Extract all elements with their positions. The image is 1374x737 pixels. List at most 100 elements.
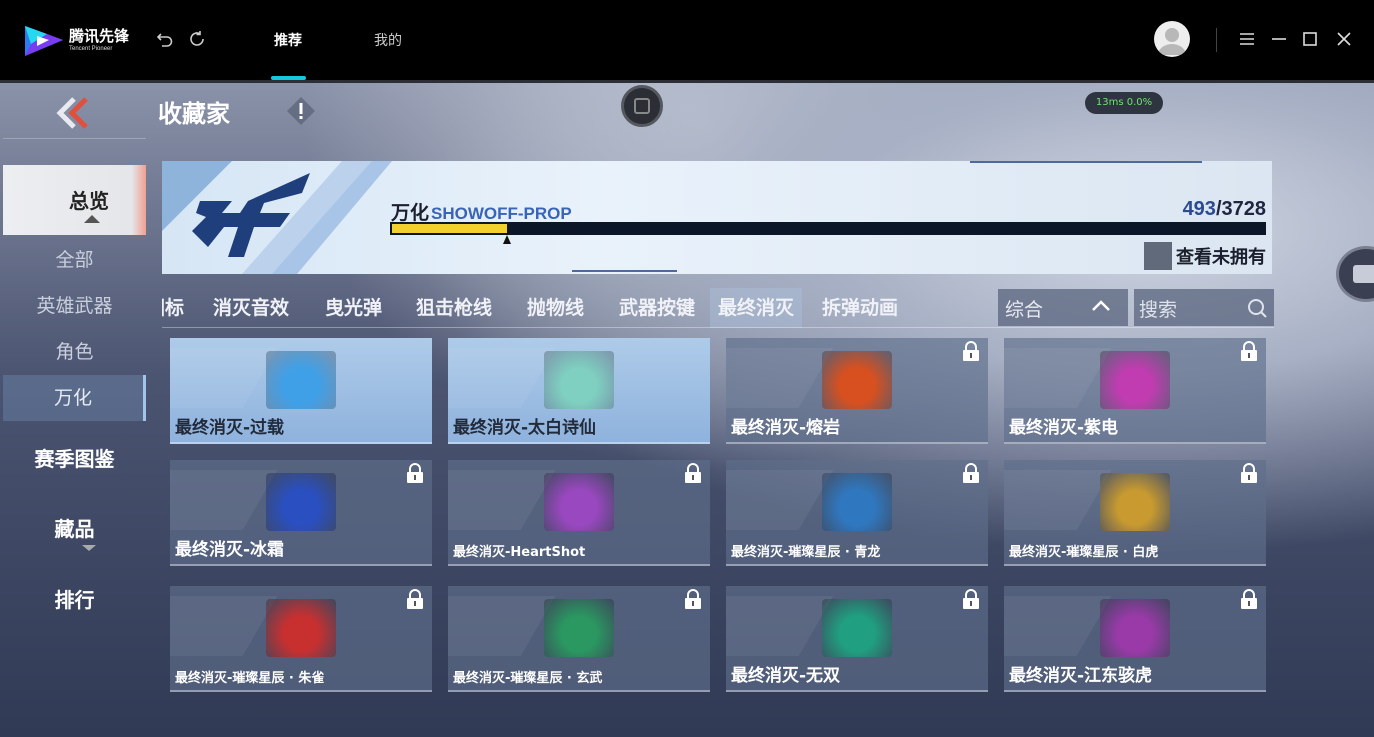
collection-type-en: SHOWOFF-PROP: [431, 204, 572, 223]
item-thumbnail: [544, 599, 614, 657]
item-name: 最终消灭-HeartShot: [453, 545, 586, 560]
item-name: 最终消灭-璀璨星辰 · 朱雀: [175, 671, 325, 686]
close-icon[interactable]: [1335, 30, 1353, 48]
cf-emblem-icon: [162, 161, 392, 274]
tab-mine[interactable]: 我的: [374, 30, 402, 50]
chat-button[interactable]: [621, 85, 663, 127]
sidebar-item-all[interactable]: 全部: [3, 237, 146, 283]
item-thumbnail: [266, 599, 336, 657]
collection-progress-bar: [390, 222, 1266, 235]
back-arrow-icon[interactable]: [156, 30, 174, 48]
item-card-underline: [448, 690, 710, 692]
search-icon[interactable]: [1246, 297, 1268, 319]
item-thumbnail: [544, 473, 614, 531]
collection-item-card[interactable]: 最终消灭-江东骇虎: [1004, 586, 1266, 692]
item-thumbnail: [1100, 599, 1170, 657]
show-unowned-toggle[interactable]: 查看未拥有: [1144, 242, 1266, 270]
item-name: 最终消灭-璀璨星辰 · 青龙: [731, 545, 881, 560]
collection-type-cn: 万化: [391, 202, 430, 224]
tab-defuse-animation[interactable]: 拆弹动画: [822, 288, 898, 328]
item-name: 最终消灭-璀璨星辰 · 玄武: [453, 671, 603, 686]
refresh-icon[interactable]: [188, 30, 206, 48]
toolbar-divider: [1216, 28, 1217, 52]
side-panel-button[interactable]: [1336, 246, 1374, 302]
sidebar-item-season-catalog[interactable]: 赛季图鉴: [3, 443, 146, 472]
collection-item-card[interactable]: 最终消灭-璀璨星辰 · 朱雀: [170, 586, 432, 692]
search-placeholder: 搜索: [1139, 299, 1178, 321]
collection-count-current: 493: [1182, 198, 1216, 220]
caret-down-icon: [82, 545, 96, 551]
chevron-back-icon[interactable]: [50, 96, 96, 130]
logo-text: 腾讯先锋: [69, 26, 130, 45]
sidebar-divider: [3, 138, 146, 139]
sidebar-item-overview[interactable]: 总览: [3, 165, 146, 235]
item-thumbnail: [1100, 351, 1170, 409]
collection-item-card[interactable]: 最终消灭-璀璨星辰 · 青龙: [726, 460, 988, 566]
collection-item-card[interactable]: 最终消灭-过载: [170, 338, 432, 444]
item-card-underline: [1004, 564, 1266, 566]
info-icon[interactable]: [286, 96, 316, 126]
item-grid: 最终消灭-过载 最终消灭-太白诗仙 最终消灭-熔岩 最终消灭-紫电 最终消灭-冰霜 最终消…: [170, 338, 1270, 693]
collection-item-card[interactable]: 最终消灭-冰霜: [170, 460, 432, 566]
collection-progress-fill: [392, 224, 507, 233]
lock-icon: [963, 589, 979, 609]
tabs-divider: [162, 327, 1274, 328]
logo-subtext: Tencent Pioneer: [69, 45, 113, 52]
sort-value: 综合: [1005, 299, 1044, 321]
checkbox[interactable]: [1144, 242, 1172, 270]
game-view: 收藏家 13ms 0.0% 总览 全部 英雄武器 角色 万化 赛季图鉴 藏品 排…: [0, 80, 1374, 737]
collection-item-card[interactable]: 最终消灭-HeartShot: [448, 460, 710, 566]
item-name: 最终消灭-璀璨星辰 · 白虎: [1009, 545, 1159, 560]
subcategory-tabs: 图标 消灭音效 曳光弹 狙击枪线 抛物线 武器按键 最终消灭 拆弹动画: [162, 288, 997, 328]
item-card-underline: [1004, 442, 1266, 444]
tab-final-kill[interactable]: 最终消灭: [710, 288, 803, 328]
item-thumbnail: [822, 351, 892, 409]
collection-item-card[interactable]: 最终消灭-璀璨星辰 · 玄武: [448, 586, 710, 692]
item-thumbnail: [266, 473, 336, 531]
sidebar-item-hero-weapons[interactable]: 英雄武器: [3, 283, 146, 329]
item-name: 最终消灭-太白诗仙: [453, 418, 597, 438]
sidebar-item-characters[interactable]: 角色: [3, 329, 146, 375]
item-thumbnail: [822, 599, 892, 657]
user-icon: [1158, 28, 1186, 55]
item-card-underline: [726, 564, 988, 566]
menu-icon[interactable]: [1238, 30, 1256, 48]
minimize-icon[interactable]: [1270, 30, 1288, 48]
network-latency-badge: 13ms 0.0%: [1085, 92, 1163, 114]
maximize-icon[interactable]: [1301, 30, 1319, 48]
sidebar-item-label: 藏品: [54, 517, 95, 541]
lock-icon: [407, 463, 423, 483]
tab-icon-marker[interactable]: 图标: [162, 288, 184, 328]
lock-icon: [685, 589, 701, 609]
sidebar-item-ranking[interactable]: 排行: [3, 584, 146, 613]
tab-parabola[interactable]: 抛物线: [527, 288, 584, 328]
collection-item-card[interactable]: 最终消灭-太白诗仙: [448, 338, 710, 444]
sidebar-item-wanhua[interactable]: 万化: [3, 375, 146, 421]
lock-icon: [1241, 589, 1257, 609]
item-name: 最终消灭-紫电: [1009, 418, 1119, 438]
tab-kill-sound[interactable]: 消灭音效: [213, 288, 289, 328]
collection-item-card[interactable]: 最终消灭-熔岩: [726, 338, 988, 444]
collection-count: 493/3728: [1183, 198, 1266, 221]
tab-weapon-button[interactable]: 武器按键: [619, 288, 695, 328]
collection-item-card[interactable]: 最终消灭-紫电: [1004, 338, 1266, 444]
sidebar-item-collectibles[interactable]: 藏品: [3, 513, 146, 551]
tab-sniper-line[interactable]: 狙击枪线: [416, 288, 492, 328]
search-input[interactable]: 搜索: [1134, 289, 1274, 326]
sort-dropdown[interactable]: 综合: [998, 289, 1128, 326]
collection-item-card[interactable]: 最终消灭-璀璨星辰 · 白虎: [1004, 460, 1266, 566]
item-thumbnail: [822, 473, 892, 531]
user-avatar[interactable]: [1154, 21, 1190, 57]
item-name: 最终消灭-冰霜: [175, 540, 285, 560]
app-logo: 腾讯先锋 Tencent Pioneer: [23, 21, 129, 59]
item-card-underline: [726, 442, 988, 444]
tab-recommend[interactable]: 推荐: [274, 30, 302, 50]
collection-progress-banner: 万化 SHOWOFF-PROP 493/3728 查看未拥有: [162, 161, 1272, 274]
tencent-pioneer-logo-icon: [25, 26, 63, 56]
item-card-underline: [726, 690, 988, 692]
sidebar-item-label: 总览: [69, 189, 109, 213]
lock-icon: [1241, 341, 1257, 361]
collection-item-card[interactable]: 最终消灭-无双: [726, 586, 988, 692]
tab-tracer[interactable]: 曳光弹: [325, 288, 382, 328]
show-unowned-label: 查看未拥有: [1176, 247, 1266, 268]
